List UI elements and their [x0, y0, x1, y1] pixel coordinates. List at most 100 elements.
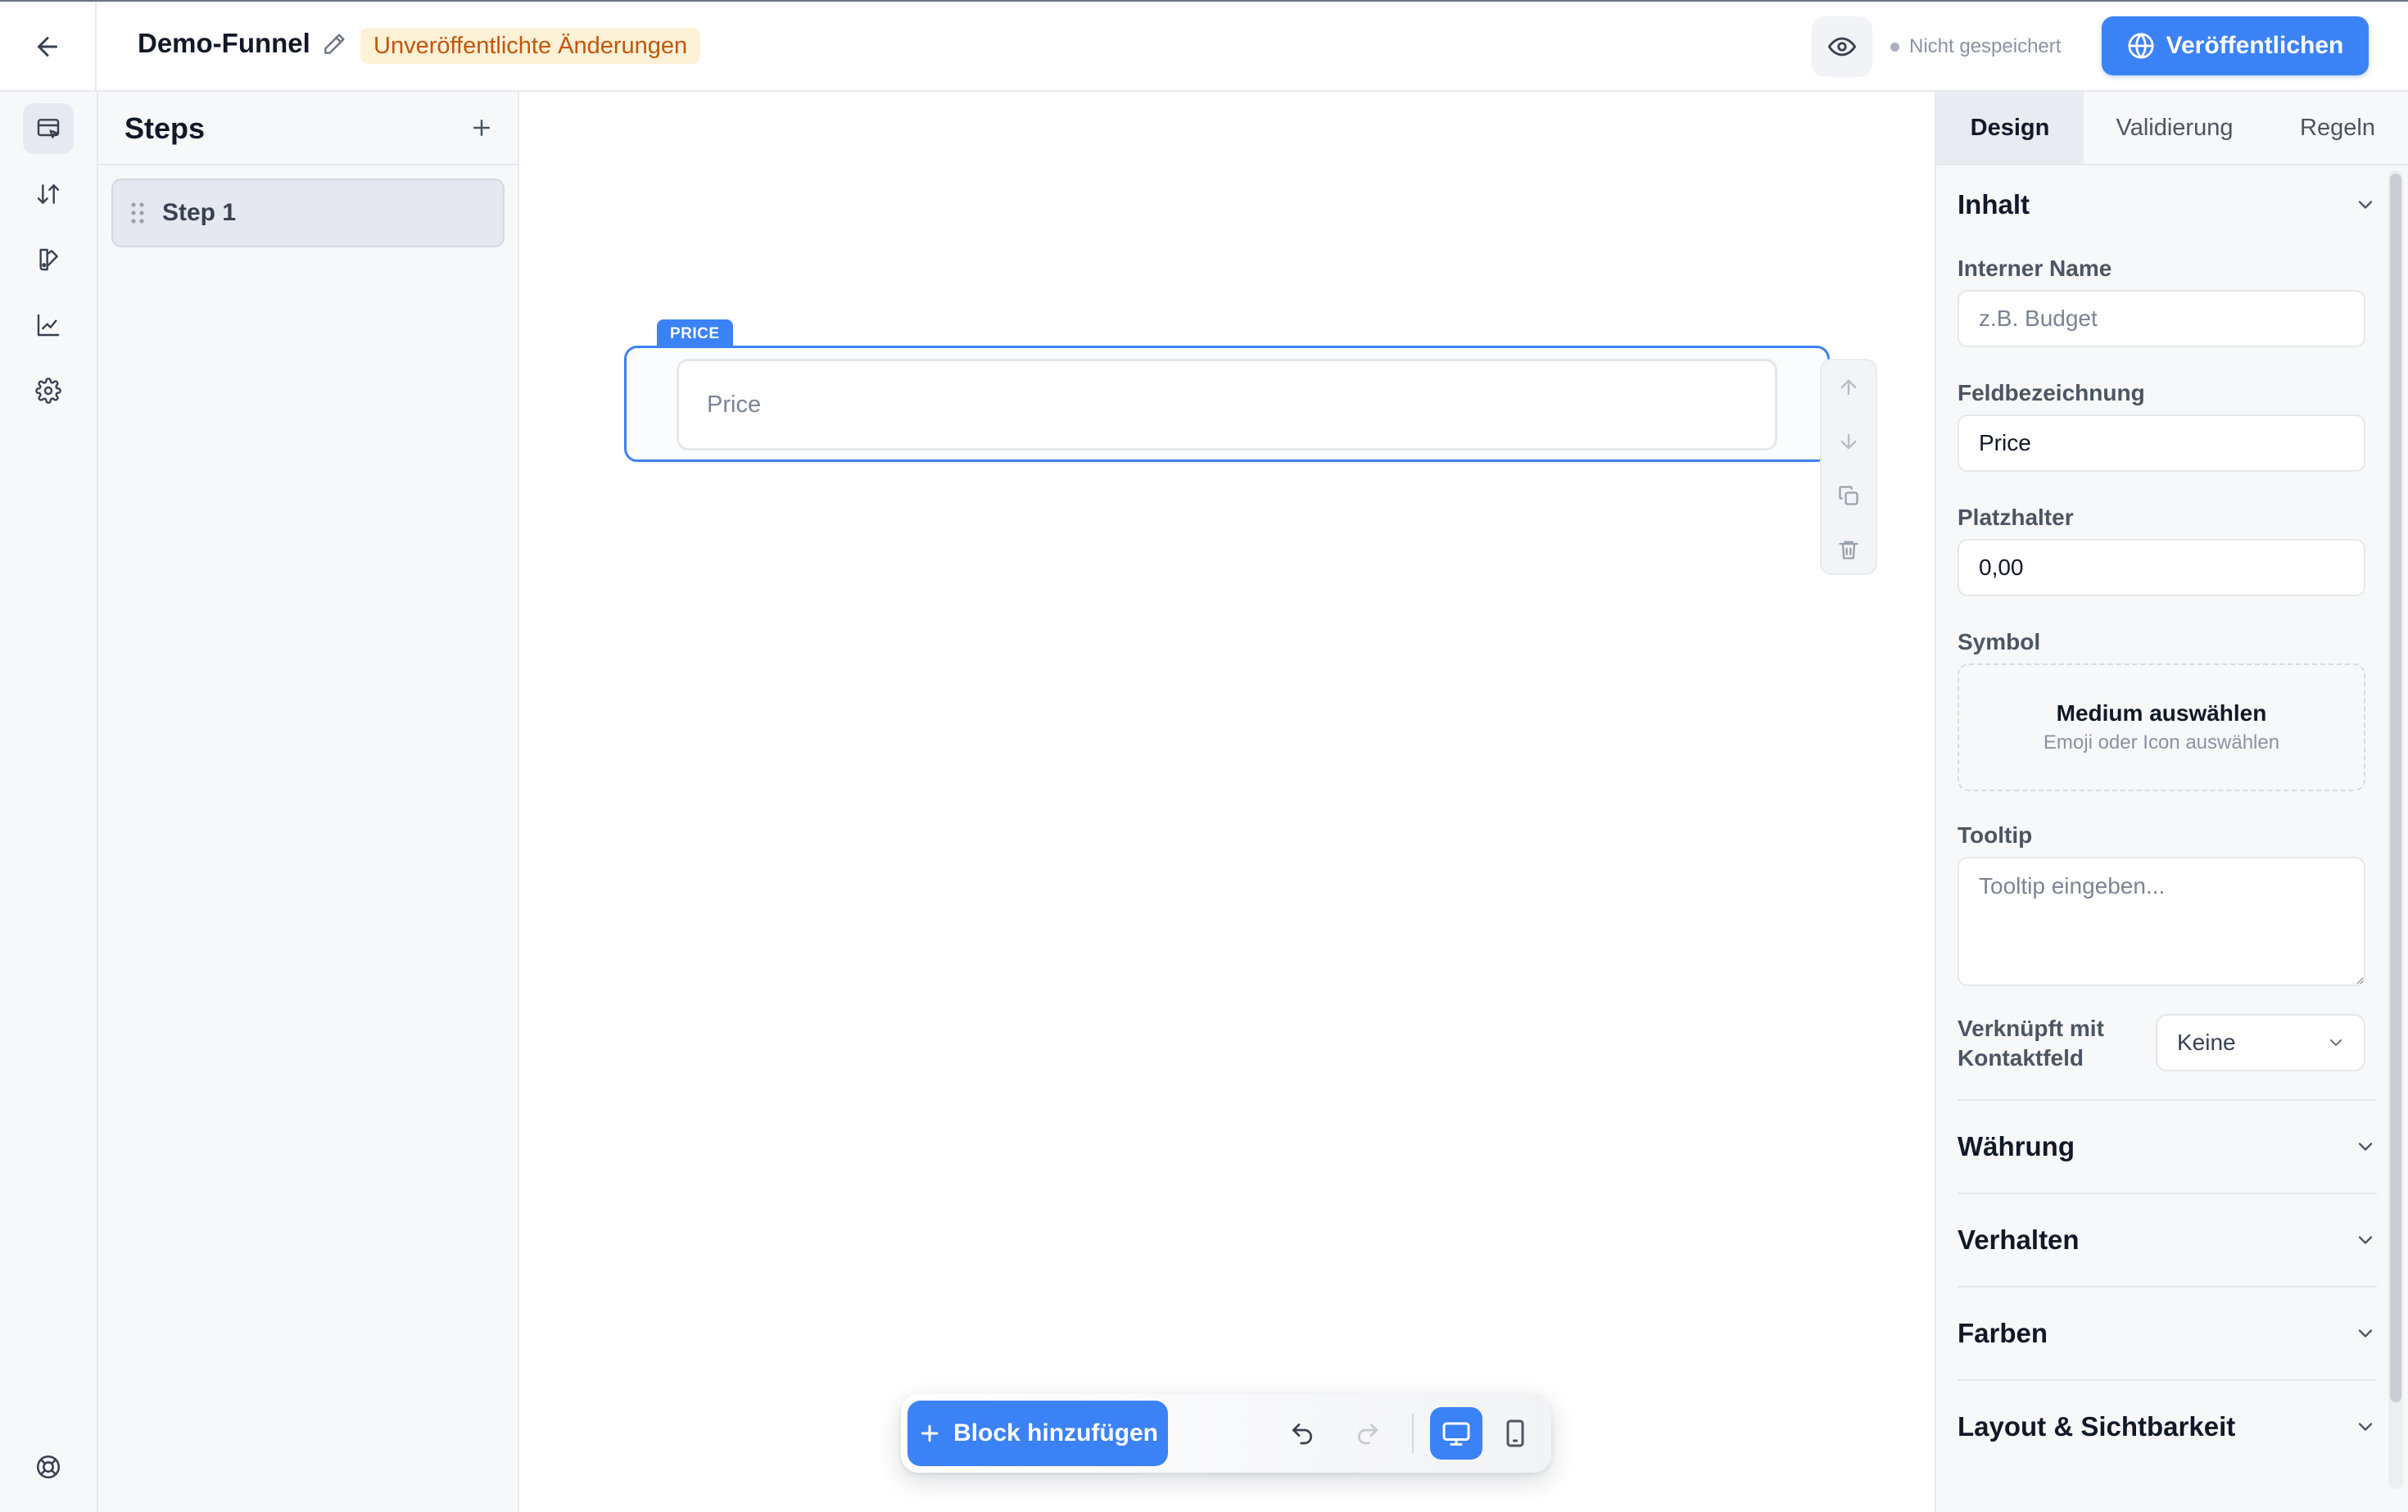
undo-button[interactable]	[1281, 1412, 1324, 1455]
analytics-icon	[37, 314, 60, 337]
chevron-down-icon	[2358, 1329, 2373, 1338]
save-status-text: Nicht gespeichert	[1909, 35, 2062, 57]
chevron-down-icon	[2330, 1039, 2342, 1046]
undo-icon	[1292, 1424, 1312, 1445]
scrollbar-thumb[interactable]	[2390, 174, 2401, 1402]
toolbar-divider	[1412, 1414, 1414, 1453]
field-label-label: Feldbezeichnung	[1958, 380, 2145, 405]
arrow-up-icon	[1840, 379, 1857, 396]
canvas-toolbar: Block hinzufügen	[901, 1394, 1551, 1473]
chevron-down-icon	[2358, 1236, 2373, 1244]
tooltip-textarea[interactable]	[1958, 857, 2365, 986]
rail-editor-button[interactable]	[23, 103, 74, 154]
redo-button[interactable]	[1347, 1412, 1389, 1455]
tooltip-label: Tooltip	[1958, 822, 2033, 848]
tab-regeln[interactable]: Regeln	[2265, 92, 2408, 164]
pencil-icon[interactable]	[321, 31, 347, 57]
publish-label: Veröffentlichen	[2166, 32, 2344, 59]
help-button[interactable]	[23, 1442, 74, 1492]
section-layout-title: Layout & Sichtbarkeit	[1958, 1411, 2236, 1442]
section-layout-header[interactable]: Layout & Sichtbarkeit	[1958, 1402, 2377, 1451]
section-divider	[1958, 1193, 2377, 1194]
tab-validierung[interactable]: Validierung	[2084, 92, 2265, 164]
unsaved-changes-badge: Unveröffentlichte Änderungen	[360, 28, 701, 64]
globe-icon	[2128, 33, 2154, 59]
chevron-down-icon	[2358, 201, 2373, 209]
step-label: Step 1	[162, 199, 237, 226]
linked-contact-value: Keine	[2177, 1030, 2236, 1055]
properties-panel: Design Validierung Regeln Inhalt Interne…	[1935, 92, 2408, 1512]
section-divider	[1958, 1099, 2377, 1101]
rail-sort-button[interactable]	[23, 169, 74, 220]
section-divider	[1958, 1286, 2377, 1288]
media-picker-subtitle: Emoji oder Icon auswählen	[2043, 731, 2280, 754]
eye-icon	[1828, 37, 1856, 57]
move-up-button[interactable]	[1822, 360, 1876, 414]
monitor-icon	[1442, 1422, 1470, 1446]
block-actions	[1820, 359, 1877, 575]
steps-header: Steps	[98, 92, 518, 165]
help-icon	[36, 1455, 61, 1479]
steps-panel: Steps Step 1	[98, 92, 519, 1512]
mobile-view-button[interactable]	[1489, 1407, 1541, 1460]
top-bar: Demo-Funnel Unveröffentlichte Änderungen…	[0, 0, 2408, 92]
field-label-input[interactable]	[1958, 414, 2365, 472]
placeholder-input[interactable]	[1958, 539, 2365, 596]
duplicate-icon	[1839, 486, 1858, 505]
block-type-tag: PRICE	[657, 319, 733, 347]
desktop-view-button[interactable]	[1430, 1407, 1482, 1460]
save-status: Nicht gespeichert	[1890, 33, 2061, 61]
section-farben-title: Farben	[1958, 1318, 2048, 1348]
preview-button[interactable]	[1812, 16, 1872, 77]
sort-icon	[37, 184, 60, 204]
editor-canvas	[519, 92, 1935, 1512]
section-waehrung-header[interactable]: Währung	[1958, 1122, 2377, 1171]
tab-design[interactable]: Design	[1936, 92, 2084, 164]
move-down-button[interactable]	[1822, 414, 1876, 469]
back-button[interactable]	[0, 2, 97, 92]
arrow-left-icon	[38, 37, 57, 57]
section-waehrung-title: Währung	[1958, 1131, 2075, 1161]
redo-icon	[1358, 1424, 1378, 1445]
chevron-down-icon	[2358, 1143, 2373, 1151]
placeholder-label: Platzhalter	[1958, 505, 2074, 530]
section-inhalt-header[interactable]: Inhalt	[1958, 180, 2377, 229]
internal-name-input[interactable]	[1958, 290, 2365, 347]
duplicate-button[interactable]	[1822, 469, 1876, 523]
properties-tabs: Design Validierung Regeln	[1936, 92, 2408, 165]
delete-button[interactable]	[1822, 523, 1876, 577]
rail-analytics-button[interactable]	[23, 300, 74, 351]
steps-title: Steps	[124, 111, 206, 145]
add-block-button[interactable]: Block hinzufügen	[908, 1401, 1168, 1466]
scrollbar[interactable]	[2388, 170, 2403, 1489]
drag-handle-icon[interactable]	[129, 201, 146, 224]
smartphone-icon	[1506, 1419, 1524, 1447]
publish-button[interactable]: Veröffentlichen	[2102, 16, 2369, 75]
add-step-button[interactable]	[462, 108, 501, 147]
media-picker[interactable]: Medium auswählen Emoji oder Icon auswähl…	[1958, 663, 2365, 791]
rail-theme-button[interactable]	[23, 234, 74, 285]
editor-icon	[37, 119, 60, 138]
step-item[interactable]: Step 1	[111, 179, 505, 247]
section-verhalten-header[interactable]: Verhalten	[1958, 1215, 2377, 1265]
add-block-label: Block hinzufügen	[953, 1419, 1158, 1446]
section-farben-header[interactable]: Farben	[1958, 1309, 2377, 1358]
price-block-input[interactable]: Price	[677, 359, 1777, 450]
section-inhalt-title: Inhalt	[1958, 189, 2030, 220]
navigation-rail	[0, 92, 98, 1512]
rail-settings-button[interactable]	[23, 365, 74, 416]
linked-contact-label: Verknüpft mit Kontaktfeld	[1958, 1016, 2104, 1071]
plus-icon	[921, 1424, 939, 1442]
internal-name-label: Interner Name	[1958, 256, 2112, 281]
trash-icon	[1839, 541, 1858, 559]
status-dot	[1890, 42, 1899, 52]
arrow-down-icon	[1840, 433, 1857, 450]
theme-icon	[39, 248, 58, 271]
settings-icon	[35, 378, 61, 404]
chevron-down-icon	[2358, 1423, 2373, 1431]
linked-contact-select[interactable]: Keine	[2156, 1014, 2365, 1071]
media-picker-title: Medium auswählen	[2056, 700, 2267, 726]
symbol-label: Symbol	[1958, 629, 2041, 654]
funnel-title: Demo-Funnel	[138, 28, 310, 58]
section-divider	[1958, 1379, 2377, 1381]
